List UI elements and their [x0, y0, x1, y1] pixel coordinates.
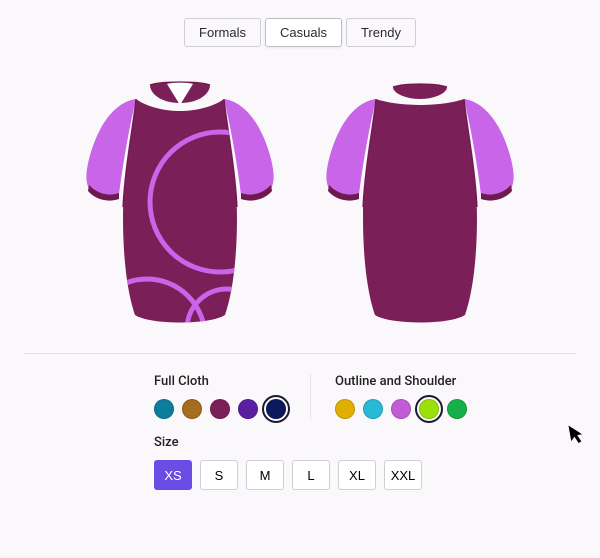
divider-vertical [310, 374, 311, 419]
full-cloth-swatch-4[interactable] [266, 399, 286, 419]
size-xl[interactable]: XL [338, 460, 376, 490]
outline-shoulder-label: Outline and Shoulder [335, 374, 467, 389]
full-cloth-swatches [154, 399, 286, 419]
full-cloth-swatch-2[interactable] [210, 399, 230, 419]
tab-trendy[interactable]: Trendy [346, 18, 416, 47]
outline-shoulder-swatch-3[interactable] [419, 399, 439, 419]
tshirt-back-icon [315, 77, 525, 327]
tab-formals[interactable]: Formals [184, 18, 261, 47]
style-tabs: FormalsCasualsTrendy [0, 0, 600, 61]
tab-casuals[interactable]: Casuals [265, 18, 342, 47]
size-xxl[interactable]: XXL [384, 460, 422, 490]
size-label: Size [154, 435, 600, 450]
outline-shoulder-swatch-4[interactable] [447, 399, 467, 419]
outline-shoulder-swatch-2[interactable] [391, 399, 411, 419]
size-options: XS SML XL XXL [154, 460, 600, 490]
tshirt-front-icon [75, 77, 285, 327]
outline-shoulder-group: Outline and Shoulder [335, 374, 467, 419]
size-m[interactable]: M [246, 460, 284, 490]
size-l[interactable]: L [292, 460, 330, 490]
full-cloth-swatch-0[interactable] [154, 399, 174, 419]
full-cloth-swatch-1[interactable] [182, 399, 202, 419]
full-cloth-group: Full Cloth [154, 374, 286, 419]
full-cloth-swatch-3[interactable] [238, 399, 258, 419]
full-cloth-label: Full Cloth [154, 374, 286, 389]
size-group: Size XS SML XL XXL [0, 419, 600, 490]
outline-shoulder-swatch-0[interactable] [335, 399, 355, 419]
color-options: Full Cloth Outline and Shoulder [0, 354, 600, 419]
size-xs[interactable]: XS [154, 460, 192, 490]
size-s[interactable]: S [200, 460, 238, 490]
tshirt-preview [0, 61, 600, 353]
outline-shoulder-swatches [335, 399, 467, 419]
outline-shoulder-swatch-1[interactable] [363, 399, 383, 419]
